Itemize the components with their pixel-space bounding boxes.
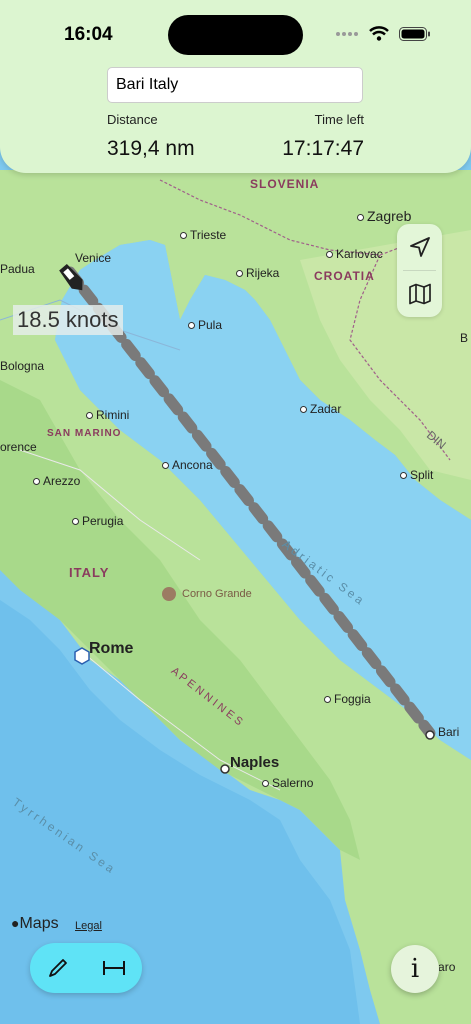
label-san-marino: SAN MARINO: [47, 428, 122, 439]
label-slovenia: SLOVENIA: [250, 177, 320, 191]
label-perugia: Perugia: [72, 514, 123, 528]
map-mode-button[interactable]: [397, 271, 442, 317]
label-trieste: Trieste: [180, 228, 226, 242]
speed-label: 18.5 knots: [13, 305, 123, 335]
maps-attribution: ●Maps: [11, 915, 59, 932]
label-padua: Padua: [0, 262, 35, 276]
label-florence: orence: [0, 440, 37, 454]
label-bari: Bari: [438, 725, 460, 739]
top-panel: 16:04 Distance Time left 319,4 nm 17:17:…: [0, 0, 471, 173]
label-rijeka: Rijeka: [236, 266, 279, 280]
battery-icon: [399, 26, 430, 41]
label-zadar: Zadar: [300, 402, 341, 416]
location-arrow-icon: [409, 237, 430, 257]
label-bologna: Bologna: [0, 359, 45, 373]
map-controls: [397, 224, 442, 317]
label-croatia: CROATIA: [314, 269, 375, 283]
label-pula: Pula: [188, 318, 222, 332]
wifi-icon: [369, 26, 389, 41]
tool-pill: [30, 943, 142, 993]
label-rome: Rome: [89, 640, 134, 657]
label-ancona: Ancona: [162, 458, 213, 472]
label-naples: Naples: [230, 754, 280, 771]
destination-input[interactable]: [107, 67, 363, 103]
label-italy: ITALY: [69, 565, 110, 580]
measure-icon: [103, 961, 125, 975]
label-zagreb: Zagreb: [357, 208, 411, 224]
locate-button[interactable]: [397, 224, 442, 270]
label-rimini: Rimini: [86, 408, 129, 422]
distance-value: 319,4 nm: [107, 137, 195, 160]
legal-link[interactable]: Legal: [75, 920, 102, 932]
label-split: Split: [400, 468, 433, 482]
time-left-value: 17:17:47: [282, 137, 364, 160]
draw-button[interactable]: [30, 943, 86, 993]
label-venice: Venice: [75, 251, 112, 265]
pencil-icon: [49, 959, 67, 977]
label-karlovac: Karlovac: [326, 247, 383, 261]
rome-marker: [74, 647, 90, 665]
map-icon: [408, 283, 431, 305]
status-icons: [335, 26, 431, 41]
time-left-label: Time left: [314, 112, 364, 127]
naples-marker: [220, 764, 230, 774]
label-arezzo: Arezzo: [33, 474, 80, 488]
label-bih: B: [460, 331, 469, 345]
label-corno-grande: Corno Grande: [182, 588, 252, 600]
bari-marker: [425, 730, 435, 740]
status-time: 16:04: [64, 24, 113, 45]
dynamic-island: [168, 15, 303, 55]
label-salerno: Salerno: [262, 776, 313, 790]
signal-icon: [336, 31, 358, 36]
distance-label: Distance: [107, 112, 158, 127]
label-foggia: Foggia: [324, 692, 371, 706]
corno-grande-marker: [162, 587, 176, 601]
info-button[interactable]: i: [391, 945, 439, 993]
measure-button[interactable]: [86, 943, 142, 993]
